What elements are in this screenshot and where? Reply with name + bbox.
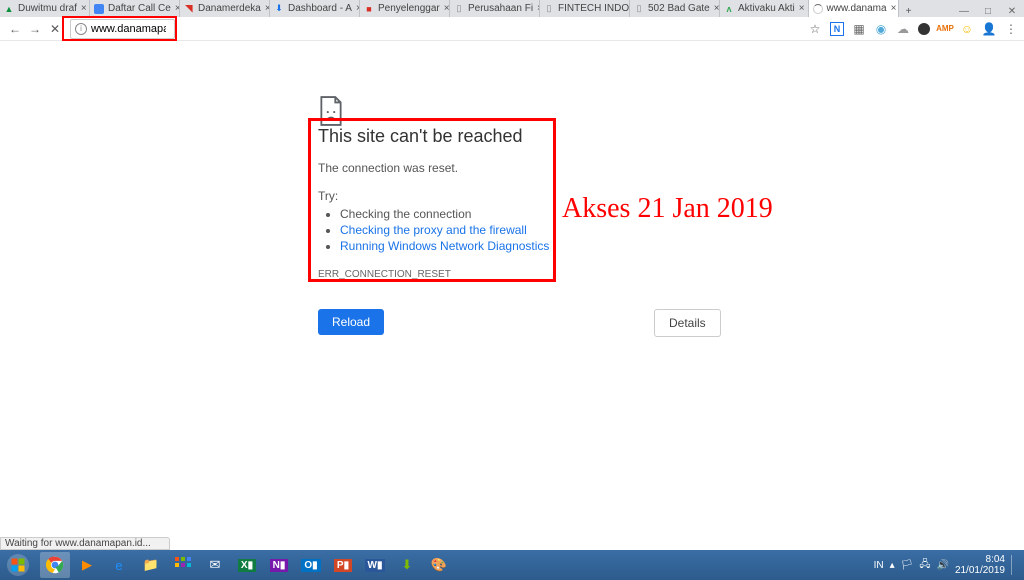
start-button[interactable] xyxy=(0,550,36,580)
extension-drop-icon[interactable]: ◉ xyxy=(874,22,888,36)
star-icon[interactable]: ☆ xyxy=(808,22,822,36)
tab-label: Danamerdeka xyxy=(198,3,261,14)
document-icon: ▯ xyxy=(543,3,555,15)
language-indicator[interactable]: IN xyxy=(874,560,884,571)
annotation-text: Akses 21 Jan 2019 xyxy=(562,193,773,225)
tab-502[interactable]: ▯502 Bad Gate × xyxy=(630,0,720,17)
task-chrome[interactable] xyxy=(40,552,70,578)
task-ie[interactable]: e xyxy=(104,552,134,578)
back-button[interactable]: ← xyxy=(6,20,24,38)
task-onenote[interactable]: N▮ xyxy=(264,552,294,578)
show-desktop[interactable] xyxy=(1011,555,1018,575)
windows-taskbar: ▶ e 📁 ✉ X▮ N▮ O▮ P▮ W▮ ⬇ 🎨 IN ▴ 🏳 🖧 🔊 8:… xyxy=(0,550,1024,580)
task-excel[interactable]: X▮ xyxy=(232,552,262,578)
tab-label: Penyelenggar xyxy=(378,3,440,14)
task-explorer[interactable]: 📁 xyxy=(136,552,166,578)
task-word[interactable]: W▮ xyxy=(360,552,390,578)
document-icon: ▯ xyxy=(453,3,465,15)
details-button[interactable]: Details xyxy=(654,309,721,337)
close-icon[interactable]: × xyxy=(444,3,450,14)
site-icon: ᴧ xyxy=(723,3,735,15)
extension-amp-icon[interactable]: AMP xyxy=(938,22,952,36)
address-bar[interactable]: i xyxy=(70,19,175,39)
window-minimize[interactable]: — xyxy=(952,6,976,17)
error-heading: This site can't be reached xyxy=(318,126,708,147)
task-outlook[interactable]: O▮ xyxy=(296,552,326,578)
document-icon: ▯ xyxy=(633,3,645,15)
taskbar-apps: ▶ e 📁 ✉ X▮ N▮ O▮ P▮ W▮ ⬇ 🎨 xyxy=(40,552,454,578)
task-powerpoint[interactable]: P▮ xyxy=(328,552,358,578)
apps-grid-icon[interactable]: ▦ xyxy=(852,22,866,36)
site-icon: ■ xyxy=(363,3,375,15)
tab-danamerdeka[interactable]: ◥Danamerdeka× xyxy=(180,0,270,17)
task-utorrent[interactable]: ⬇ xyxy=(392,552,422,578)
new-tab-button[interactable]: + xyxy=(899,6,919,17)
task-mediaplayer[interactable]: ▶ xyxy=(72,552,102,578)
error-code: ERR_CONNECTION_RESET xyxy=(318,269,708,280)
menu-icon[interactable]: ⋮ xyxy=(1004,22,1018,36)
tab-strip: ▲Duwitmu draf× Daftar Call Ce× ◥Danamerd… xyxy=(0,0,1024,17)
tab-label: Duwitmu draf xyxy=(18,3,77,14)
tab-label: Daftar Call Ce xyxy=(108,3,171,14)
site-icon: ⬇ xyxy=(273,3,285,15)
window-maximize[interactable]: □ xyxy=(976,6,1000,17)
user-icon[interactable]: 👤 xyxy=(982,22,996,36)
system-tray: IN ▴ 🏳 🖧 🔊 8:04 21/01/2019 xyxy=(868,554,1024,576)
close-icon[interactable]: × xyxy=(714,3,720,14)
flag-icon[interactable]: 🏳 xyxy=(901,560,914,571)
clock[interactable]: 8:04 21/01/2019 xyxy=(955,554,1005,576)
proxy-link[interactable]: Checking the proxy and the firewall xyxy=(340,223,527,237)
tab-daftar[interactable]: Daftar Call Ce× xyxy=(90,0,180,17)
tab-label: www.danama xyxy=(827,3,887,14)
site-icon: ◥ xyxy=(183,3,195,15)
tab-label: Perusahaan Fi xyxy=(468,3,533,14)
task-paint[interactable]: 🎨 xyxy=(424,552,454,578)
stop-button[interactable]: ✕ xyxy=(46,20,64,38)
reload-button[interactable]: Reload xyxy=(318,309,384,335)
volume-icon[interactable]: 🔊 xyxy=(936,560,948,571)
tab-aktivaku[interactable]: ᴧAktivaku Akti × xyxy=(720,0,809,17)
loading-icon xyxy=(812,3,824,15)
suggestion-item: Running Windows Network Diagnostics xyxy=(340,239,708,253)
extension-smile-icon[interactable]: ☺ xyxy=(960,22,974,36)
extension-n-icon[interactable]: N xyxy=(830,22,844,36)
task-tiles[interactable] xyxy=(168,552,198,578)
tab-label: Aktivaku Akti xyxy=(738,3,795,14)
status-bar: Waiting for www.danamapan.id... xyxy=(0,537,170,550)
drive-icon: ▲ xyxy=(3,3,15,15)
close-icon[interactable]: × xyxy=(891,3,897,14)
extension-cloud-icon[interactable]: ☁ xyxy=(896,22,910,36)
close-icon[interactable]: × xyxy=(799,3,805,14)
gdoc-icon xyxy=(93,3,105,15)
diagnostics-link[interactable]: Running Windows Network Diagnostics xyxy=(340,239,549,253)
extension-circle-icon[interactable] xyxy=(918,23,930,35)
close-icon[interactable]: × xyxy=(81,3,87,14)
url-input[interactable] xyxy=(91,23,166,35)
window-close[interactable]: ✕ xyxy=(1000,6,1024,17)
tab-penyelenggar[interactable]: ■Penyelenggar × xyxy=(360,0,450,17)
info-icon[interactable]: i xyxy=(75,23,87,35)
tab-danamapan[interactable]: www.danama × xyxy=(809,0,899,17)
browser-toolbar: ← → ✕ i ☆ N ▦ ◉ ☁ AMP ☺ 👤 ⋮ xyxy=(0,17,1024,41)
tab-fintech[interactable]: ▯FINTECH INDO× xyxy=(540,0,630,17)
tab-perusahaan[interactable]: ▯Perusahaan Fi× xyxy=(450,0,540,17)
error-subline: The connection was reset. xyxy=(318,161,708,175)
network-icon[interactable]: 🖧 xyxy=(919,557,930,574)
tab-label: 502 Bad Gate xyxy=(648,3,710,14)
forward-button[interactable]: → xyxy=(26,20,44,38)
tab-label: FINTECH INDO xyxy=(558,3,629,14)
tab-duwitmu[interactable]: ▲Duwitmu draf × xyxy=(0,0,90,17)
tray-up-icon[interactable]: ▴ xyxy=(890,560,895,571)
page-viewport: This site can't be reached The connectio… xyxy=(0,41,1024,537)
tab-dashboard[interactable]: ⬇Dashboard - A× xyxy=(270,0,360,17)
suggestion-item: Checking the proxy and the firewall xyxy=(340,223,708,237)
tab-label: Dashboard - A xyxy=(288,3,352,14)
task-mail[interactable]: ✉ xyxy=(200,552,230,578)
